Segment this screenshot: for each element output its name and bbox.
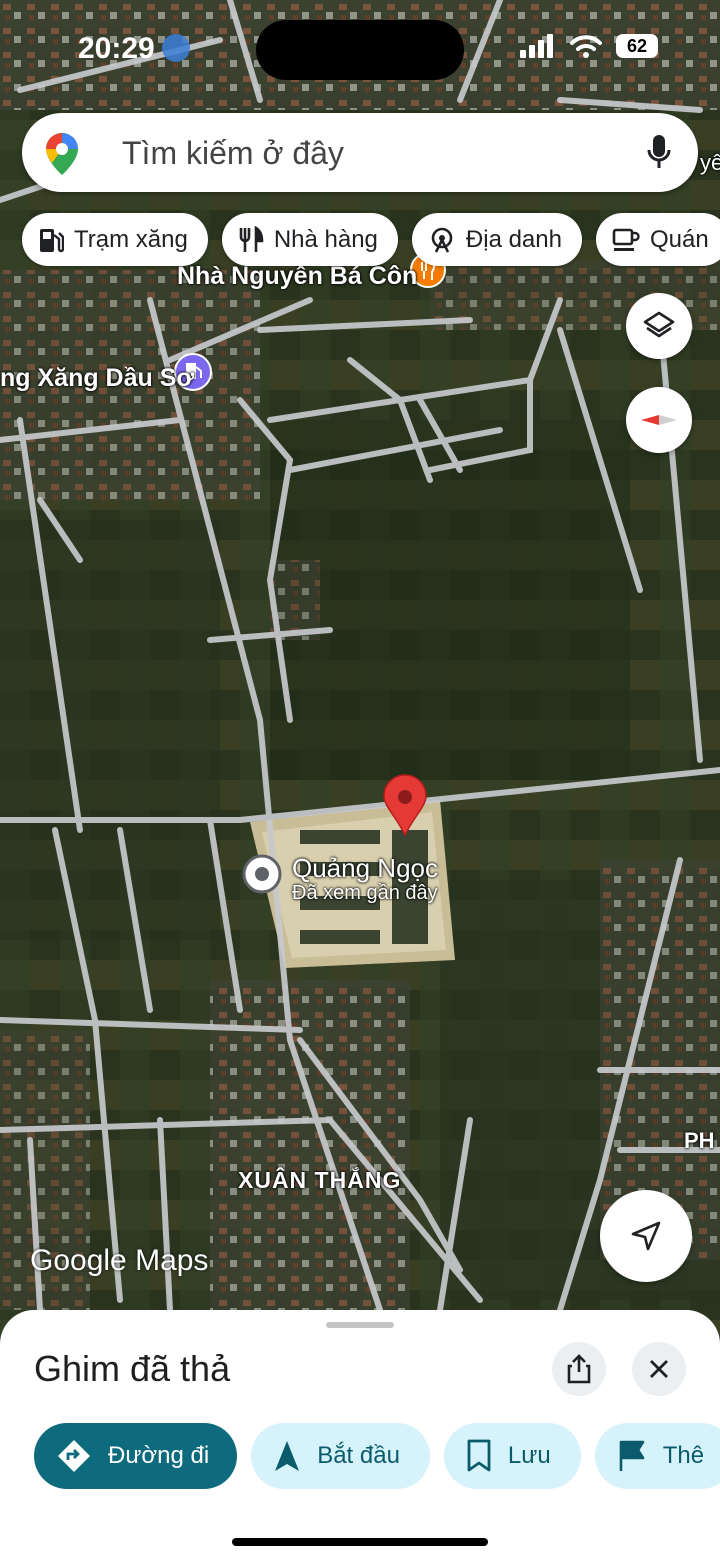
- map-label-edge-right: PH: [684, 1128, 715, 1153]
- directions-icon: [58, 1440, 90, 1472]
- sheet-title: Ghim đã thả: [34, 1348, 231, 1389]
- google-maps-logo-icon: [46, 133, 78, 175]
- search-input[interactable]: Tìm kiếm ở đây: [122, 135, 344, 172]
- my-location-button[interactable]: [600, 1190, 692, 1282]
- restaurant-icon: [239, 225, 264, 252]
- chip-restaurant[interactable]: Nhà hàng: [221, 213, 398, 266]
- directions-button[interactable]: Đường đi: [34, 1423, 238, 1489]
- map-label-edge-top-right: yê: [700, 150, 720, 175]
- layers-button[interactable]: [626, 293, 692, 359]
- action-label: Lưu: [507, 1442, 551, 1469]
- map-label-area: XUÂN THẮNG: [238, 1167, 402, 1193]
- wifi-icon: [570, 35, 602, 58]
- microphone-icon[interactable]: [646, 133, 672, 171]
- action-label: Thê: [662, 1442, 705, 1469]
- landmark-icon: [431, 227, 453, 253]
- bottom-sheet[interactable]: Ghim đã thả Đường đi Bắt đầu Lưu Thê: [0, 1310, 720, 1560]
- map-label-restaurant[interactable]: Nhà Nguyễn Bá Côn: [177, 262, 417, 291]
- chip-gas-station[interactable]: Trạm xăng: [22, 213, 208, 266]
- action-label: Đường đi: [108, 1442, 210, 1469]
- chip-label: Địa danh: [465, 225, 562, 253]
- cafe-icon: [612, 228, 640, 251]
- home-indicator[interactable]: [232, 1538, 488, 1546]
- map-label-gas-station[interactable]: ng Xăng Dầu Sơ: [0, 364, 194, 393]
- map-label-place-sub: Đã xem gần đây: [292, 882, 438, 904]
- start-button[interactable]: Bắt đầu: [251, 1423, 430, 1489]
- close-icon: [650, 1360, 668, 1378]
- chip-label: Nhà hàng: [273, 225, 378, 253]
- status-time: 20:29: [78, 32, 155, 65]
- category-chips: Trạm xăng Nhà hàng Địa danh Quán: [22, 213, 720, 266]
- navigation-arrow-icon: [275, 1441, 300, 1471]
- action-buttons: Đường đi Bắt đầu Lưu Thê: [34, 1423, 720, 1489]
- navigation-arrow-icon: [631, 1221, 661, 1251]
- chip-landmark[interactable]: Địa danh: [411, 213, 582, 266]
- search-bar[interactable]: Tìm kiếm ở đây: [22, 113, 698, 192]
- chip-cafe[interactable]: Quán: [595, 213, 720, 266]
- save-button[interactable]: Lưu: [443, 1423, 581, 1489]
- status-bar: 20:29 62: [0, 0, 720, 96]
- chip-label: Quán: [649, 225, 709, 253]
- bookmark-icon: [467, 1439, 491, 1472]
- gas-station-icon: [40, 228, 64, 252]
- more-button[interactable]: Thê: [594, 1423, 720, 1489]
- share-button[interactable]: [552, 1342, 606, 1396]
- close-button[interactable]: [632, 1342, 686, 1396]
- layers-icon: [643, 311, 675, 338]
- map-label-place-name[interactable]: Quảng Ngọc: [292, 853, 438, 884]
- location-indicator-icon: [162, 34, 190, 62]
- flag-icon: [619, 1440, 644, 1471]
- compass-icon: [641, 415, 677, 425]
- share-icon: [567, 1354, 591, 1384]
- dynamic-island: [256, 20, 464, 80]
- sheet-drag-handle[interactable]: [326, 1322, 394, 1328]
- action-label: Bắt đầu: [317, 1442, 400, 1469]
- chip-label: Trạm xăng: [74, 225, 188, 253]
- google-maps-attribution: Google Maps: [30, 1244, 209, 1277]
- battery-level: 62: [616, 34, 658, 58]
- signal-icon: [520, 34, 553, 58]
- compass-button[interactable]: [626, 387, 692, 453]
